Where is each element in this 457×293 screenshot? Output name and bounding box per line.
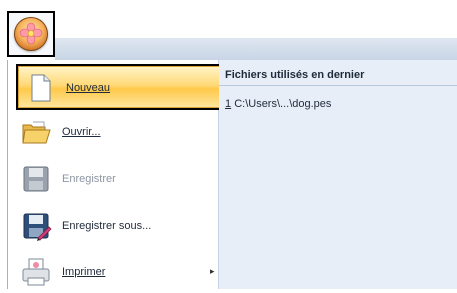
printer-icon (20, 256, 52, 288)
menu-item-label: Imprimer (62, 266, 106, 278)
menu-item-label: Ouvrir... (62, 126, 101, 138)
recent-files-header: Fichiers utilisés en dernier (219, 64, 457, 86)
recent-files-panel: Fichiers utilisés en dernier 1 C:\Users\… (219, 60, 457, 289)
submenu-arrow-icon: ▸ (210, 266, 215, 276)
save-disk-icon (20, 163, 52, 195)
app-logo-icon (14, 17, 48, 51)
application-menu: Nouveau Ouvrir... Enregistrer Enregistre… (7, 60, 457, 289)
recent-file-item[interactable]: 1 C:\Users\...\dog.pes (219, 96, 331, 112)
menu-item-save-as[interactable]: Enregistrer sous... (14, 205, 220, 247)
menu-item-new[interactable]: Nouveau (16, 64, 222, 110)
recent-file-index: 1 (225, 98, 232, 110)
ribbon-title-bar (55, 38, 457, 61)
application-button[interactable] (7, 11, 55, 57)
new-document-icon (24, 72, 56, 104)
menu-commands-panel: Nouveau Ouvrir... Enregistrer Enregistre… (8, 60, 222, 289)
menu-item-label: Enregistrer sous... (62, 220, 152, 232)
open-folder-icon (20, 116, 52, 148)
menu-item-label: Nouveau (66, 82, 111, 94)
menu-item-label: Enregistrer (62, 173, 116, 185)
recent-file-path: C:\Users\...\dog.pes (234, 98, 332, 110)
menu-item-save[interactable]: Enregistrer (14, 158, 220, 200)
save-as-icon (20, 210, 52, 242)
menu-item-print[interactable]: Imprimer ▸ (14, 251, 220, 293)
menu-item-open[interactable]: Ouvrir... (14, 111, 220, 153)
